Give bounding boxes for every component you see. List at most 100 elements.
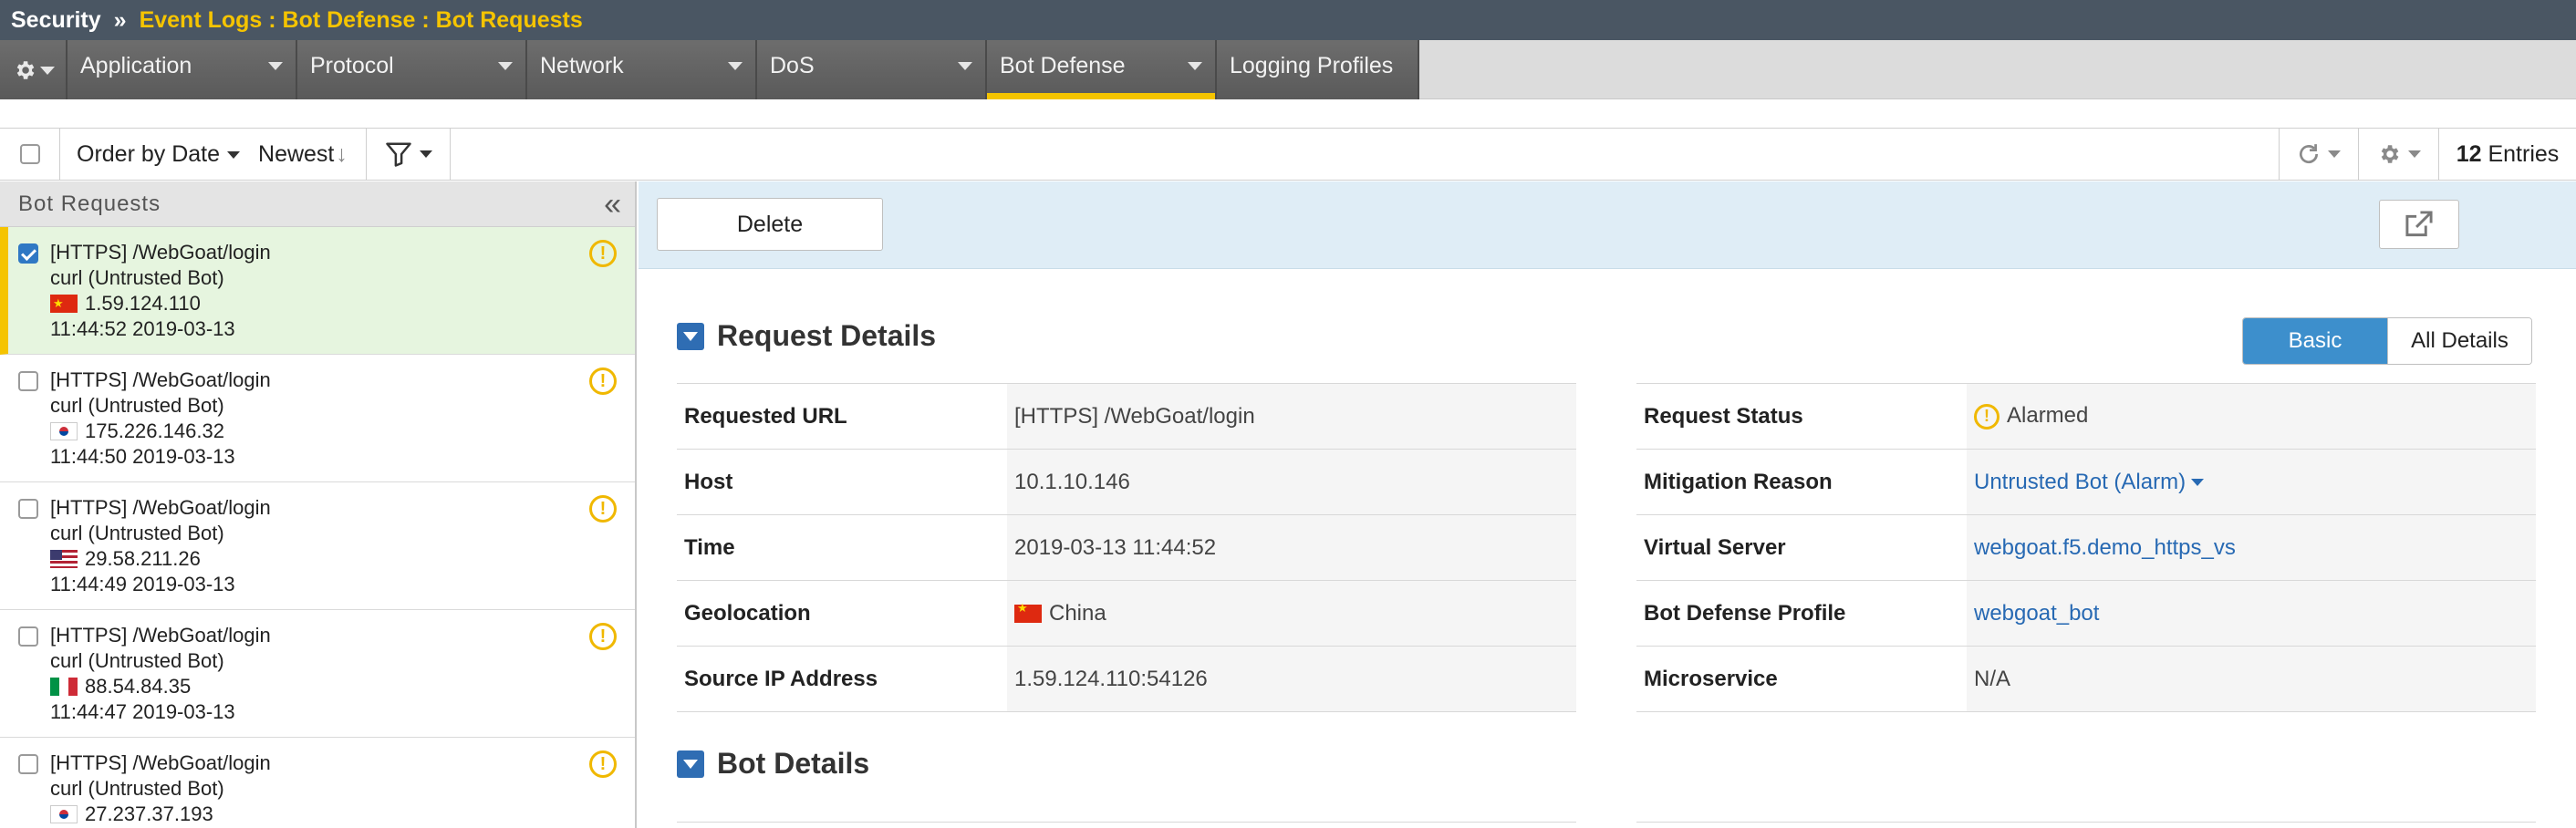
- row-checkbox[interactable]: [18, 499, 38, 519]
- gear-icon: [16, 61, 35, 79]
- request-client: curl (Untrusted Bot): [50, 522, 224, 544]
- field-label: Geolocation: [677, 580, 1007, 647]
- alarm-warning-icon: !: [589, 495, 617, 523]
- tab-dos[interactable]: DoS: [757, 40, 987, 99]
- tab-application[interactable]: Application: [68, 40, 297, 99]
- basic-view-button[interactable]: Basic: [2243, 318, 2387, 364]
- request-client: curl (Untrusted Bot): [50, 649, 224, 672]
- tab-group: Application Protocol Network DoS Bot Def…: [0, 40, 1419, 99]
- breadcrumb-current: Event Logs : Bot Defense : Bot Requests: [139, 6, 583, 33]
- chevron-down-icon: [419, 150, 432, 158]
- tab-settings-menu[interactable]: [0, 40, 68, 99]
- request-ip-row: 175.226.146.32: [50, 419, 635, 444]
- breadcrumb: Security » Event Logs : Bot Defense : Bo…: [0, 0, 2576, 40]
- request-url: [HTTPS] /WebGoat/login: [50, 241, 271, 264]
- bot-details-header[interactable]: Bot Details: [677, 747, 869, 781]
- section-title: Request Details: [717, 319, 937, 352]
- divider: [1636, 822, 2536, 823]
- refresh-icon: [2300, 144, 2319, 164]
- field-value-cell: Untrusted Bot (Alarm): [1967, 449, 2536, 515]
- alarm-warning-icon: !: [589, 240, 617, 267]
- chevron-down-icon: [268, 62, 283, 70]
- request-ip: 88.54.84.35: [85, 675, 192, 698]
- china-flag-icon: [50, 291, 78, 316]
- tab-label: Logging Profiles: [1230, 53, 1394, 78]
- request-list-item[interactable]: [HTTPS] /WebGoat/login curl (Untrusted B…: [0, 610, 635, 738]
- list-settings-button[interactable]: [2359, 129, 2439, 180]
- request-time: 11:44:50 2019-03-13: [50, 445, 235, 468]
- tab-bot-defense[interactable]: Bot Defense: [987, 40, 1217, 99]
- china-flag-icon: [1014, 601, 1042, 623]
- virtual-server-link[interactable]: webgoat.f5.demo_https_vs: [1974, 535, 2236, 560]
- row-checkbox[interactable]: [18, 243, 38, 264]
- request-ip-row: 29.58.211.26: [50, 546, 635, 572]
- request-ip: 29.58.211.26: [85, 547, 201, 570]
- sort-label: Newest: [258, 140, 335, 167]
- field-value: N/A: [1967, 646, 2536, 712]
- collapse-panel-icon[interactable]: «: [604, 189, 622, 220]
- field-value-cell: China: [1007, 580, 1576, 647]
- field-value: 2019-03-13 11:44:52: [1007, 514, 1576, 581]
- request-ip: 1.59.124.110: [85, 292, 201, 315]
- table-row: Request Status ! Alarmed: [1636, 383, 2536, 450]
- request-list-item[interactable]: [HTTPS] /WebGoat/login curl (Untrusted B…: [0, 355, 635, 482]
- field-value: Alarmed: [2007, 403, 2089, 429]
- bot-defense-profile-link[interactable]: webgoat_bot: [1974, 601, 2099, 626]
- breadcrumb-root[interactable]: Security: [11, 7, 101, 34]
- field-label: Request Status: [1636, 383, 1967, 450]
- divider: [677, 822, 1576, 823]
- request-list-item[interactable]: [HTTPS] /WebGoat/login curl (Untrusted B…: [0, 738, 635, 828]
- row-checkbox[interactable]: [18, 626, 38, 647]
- table-row: Mitigation Reason Untrusted Bot (Alarm): [1636, 449, 2536, 515]
- field-value: 1.59.124.110:54126: [1007, 646, 1576, 712]
- select-all-checkbox[interactable]: [19, 144, 40, 164]
- request-url: [HTTPS] /WebGoat/login: [50, 368, 271, 391]
- row-checkbox[interactable]: [18, 371, 38, 391]
- alarm-warning-icon: !: [589, 623, 617, 650]
- row-checkbox[interactable]: [18, 754, 38, 774]
- tab-label: DoS: [770, 53, 815, 78]
- request-list-item[interactable]: [HTTPS] /WebGoat/login curl (Untrusted B…: [0, 227, 635, 355]
- tab-network[interactable]: Network: [527, 40, 757, 99]
- gear-icon: [2381, 145, 2398, 163]
- delete-button[interactable]: Delete: [657, 198, 883, 251]
- order-by-dropdown[interactable]: Order by Date: [77, 141, 241, 168]
- tab-label: Bot Defense: [1000, 53, 1126, 78]
- request-details-header[interactable]: Request Details: [677, 319, 936, 353]
- request-time: 11:44:52 2019-03-13: [50, 317, 235, 340]
- collapse-toggle-icon: [677, 750, 704, 778]
- chevron-down-icon: [227, 150, 241, 159]
- request-url: [HTTPS] /WebGoat/login: [50, 496, 271, 519]
- entries-number: 12: [2456, 140, 2482, 167]
- request-url: [HTTPS] /WebGoat/login: [50, 751, 271, 774]
- chevron-down-icon: [2328, 150, 2341, 158]
- refresh-button[interactable]: [2279, 129, 2359, 180]
- open-in-new-window-button[interactable]: [2379, 200, 2459, 249]
- table-row: Microservice N/A: [1636, 646, 2536, 712]
- chevron-down-icon: [958, 62, 972, 70]
- sort-controls: Order by Date Newest↓: [60, 129, 367, 180]
- filter-button[interactable]: [367, 129, 451, 180]
- all-details-view-button[interactable]: All Details: [2387, 318, 2531, 364]
- sort-direction-toggle[interactable]: Newest↓: [258, 141, 348, 168]
- field-label: Requested URL: [677, 383, 1007, 450]
- field-label: Time: [677, 514, 1007, 581]
- tab-logging-profiles[interactable]: Logging Profiles: [1217, 40, 1419, 99]
- request-client: curl (Untrusted Bot): [50, 777, 224, 800]
- arrow-down-icon: ↓: [336, 140, 348, 167]
- request-url: [HTTPS] /WebGoat/login: [50, 624, 271, 647]
- field-value-cell: webgoat_bot: [1967, 580, 2536, 647]
- table-row: Requested URL [HTTPS] /WebGoat/login: [677, 383, 1576, 450]
- tab-protocol[interactable]: Protocol: [297, 40, 527, 99]
- request-details-table-right: Request Status ! Alarmed Mitigation Reaso…: [1636, 383, 2536, 712]
- table-row: Host 10.1.10.146: [677, 449, 1576, 515]
- chevron-down-icon: [498, 62, 513, 70]
- table-row: Virtual Server webgoat.f5.demo_https_vs: [1636, 514, 2536, 581]
- south-korea-flag-icon: [50, 805, 78, 823]
- breadcrumb-separator: »: [113, 6, 127, 33]
- south-korea-flag-icon: [50, 422, 78, 440]
- request-list-item[interactable]: [HTTPS] /WebGoat/login curl (Untrusted B…: [0, 482, 635, 610]
- panel-header: Bot Requests «: [0, 181, 635, 227]
- request-time: 11:44:47 2019-03-13: [50, 700, 235, 723]
- mitigation-reason-dropdown[interactable]: Untrusted Bot (Alarm): [1974, 470, 2205, 494]
